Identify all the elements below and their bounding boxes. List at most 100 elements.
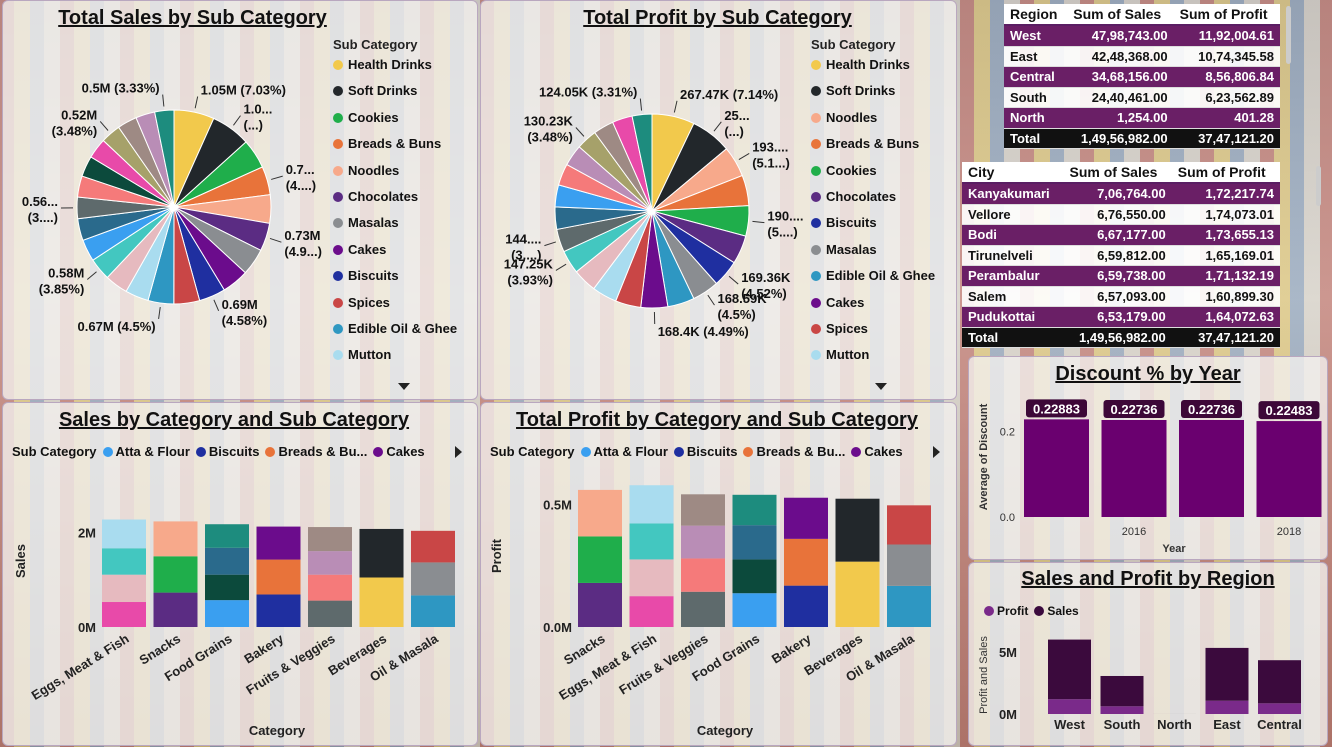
legend-item-noodles[interactable]: Noodles	[333, 163, 457, 189]
bar-segment-fresh-vegetables[interactable]	[308, 600, 352, 627]
table-row[interactable]: West 47,98,743.00 11,92,004.61	[1004, 25, 1280, 47]
profit-bar[interactable]	[1205, 700, 1249, 714]
discount-bar[interactable]	[1256, 421, 1322, 517]
legend-item-spices[interactable]: Spices	[333, 295, 457, 321]
legend-item-biscuits[interactable]: Biscuits	[333, 268, 457, 294]
bar-segment-dals-pulses[interactable]	[629, 559, 674, 597]
legend-item-mutton[interactable]: Mutton	[811, 347, 935, 373]
col-header[interactable]: Sum of Sales	[1063, 162, 1172, 184]
discount-bar[interactable]	[1101, 419, 1167, 517]
legend-item-chocolates[interactable]: Chocolates	[333, 189, 457, 215]
legend-item-breads-buns[interactable]: Breads & Buns	[811, 136, 935, 162]
bar-segment-eggs[interactable]	[629, 596, 674, 627]
bar-segment-organic-vegetables[interactable]	[308, 551, 352, 575]
legend-item-cakes[interactable]: Cakes	[811, 295, 935, 321]
bar-segment-spices[interactable]	[887, 505, 931, 545]
legend-item-health-drinks[interactable]: Health Drinks	[333, 57, 457, 83]
region-stacked-bar-chart[interactable]: 0M 5M Profit and Sales West South North East Ce…	[969, 563, 1329, 747]
discount-bar-chart[interactable]: 0.0 0.2 Average of Discount Year 0.22883 0.22…	[969, 357, 1329, 561]
bar-segment-rice[interactable]	[681, 558, 725, 592]
legend-item-edible-oil-ghee[interactable]: Edible Oil & Ghee	[811, 268, 935, 294]
profit-bar[interactable]	[1258, 703, 1301, 714]
table-row[interactable]: South 24,40,461.00 6,23,562.89	[1004, 87, 1280, 108]
bar-segment-masalas[interactable]	[411, 562, 455, 596]
bar-segment-eggs[interactable]	[102, 602, 146, 627]
legend-item-biscuits[interactable]: Biscuits	[811, 215, 935, 241]
region-table[interactable]: Region Sum of Sales Sum of Profit West 47…	[1004, 4, 1280, 149]
bar-segment-cookies[interactable]	[153, 556, 198, 593]
bar-segment-health-drinks[interactable]	[359, 577, 404, 628]
bar-segment-breads-buns[interactable]	[256, 559, 301, 595]
table-row[interactable]: Kanyakumari 7,06,764.00 1,72,217.74	[962, 183, 1280, 205]
legend-item-cakes[interactable]: Cakes	[333, 242, 457, 268]
legend-item-masalas[interactable]: Masalas	[811, 242, 935, 268]
bar-segment-cakes[interactable]	[784, 497, 828, 539]
sales-bar[interactable]	[1100, 675, 1144, 707]
bar-segment-atta-flour[interactable]	[732, 593, 777, 627]
bar-segment-edible-oil-ghee[interactable]	[411, 595, 455, 627]
sales-bar[interactable]	[1205, 647, 1249, 701]
bar-segment-soft-drinks[interactable]	[359, 528, 404, 578]
bar-segment-chicken[interactable]	[205, 524, 249, 548]
bar-segment-chocolates[interactable]	[578, 582, 622, 627]
bar-segment-other[interactable]	[102, 548, 146, 575]
sales-bar[interactable]	[1258, 660, 1301, 704]
region-table-scrollbar[interactable]	[1286, 6, 1291, 64]
table-row[interactable]: Tirunelveli 6,59,812.00 1,65,169.01	[962, 245, 1280, 266]
col-header[interactable]: City	[962, 162, 1064, 184]
bar-segment-noodles[interactable]	[153, 521, 198, 557]
col-header[interactable]: Sum of Profit	[1173, 4, 1280, 26]
profit-bar[interactable]	[1048, 699, 1091, 714]
col-header[interactable]: Region	[1004, 4, 1068, 26]
legend-item-chocolates[interactable]: Chocolates	[811, 189, 935, 215]
bar-segment-rice[interactable]	[308, 574, 352, 601]
bar-segment-other[interactable]	[629, 523, 674, 560]
legend-item-cookies[interactable]: Cookies	[333, 110, 457, 136]
bar-segment-biscuits[interactable]	[256, 594, 301, 627]
legend-item-health-drinks[interactable]: Health Drinks	[811, 57, 935, 83]
legend-item-mutton[interactable]: Mutton	[333, 347, 457, 373]
table-row[interactable]: Perambalur 6,59,738.00 1,71,132.19	[962, 265, 1280, 287]
table-row[interactable]: Salem 6,57,093.00 1,60,899.30	[962, 286, 1280, 307]
legend-item-soft-drinks[interactable]: Soft Drinks	[333, 83, 457, 109]
bar-segment-organic-staples[interactable]	[732, 559, 777, 594]
bar-segment-spices[interactable]	[411, 530, 455, 563]
bar-segment-organic-fruits[interactable]	[681, 494, 725, 526]
table-row[interactable]: Vellore 6,76,550.00 1,74,073.01	[962, 204, 1280, 225]
bar-segment-biscuits[interactable]	[784, 585, 828, 627]
table-row[interactable]: East 42,48,368.00 10,74,345.58	[1004, 46, 1280, 67]
sales-bar[interactable]	[1048, 639, 1091, 700]
table-row[interactable]: Central 34,68,156.00 8,56,806.84	[1004, 66, 1280, 88]
col-header[interactable]: Sum of Sales	[1067, 4, 1174, 26]
legend-item-edible-oil-ghee[interactable]: Edible Oil & Ghee	[333, 321, 457, 347]
discount-bar[interactable]	[1024, 419, 1089, 517]
profit-stacked-bar-chart[interactable]: 0.0M0.5MProfitCategorySnacksEggs, Meat &…	[481, 403, 958, 747]
city-table[interactable]: City Sum of Sales Sum of Profit Kanyakum…	[962, 162, 1280, 348]
bar-segment-organic-fruits[interactable]	[308, 527, 352, 552]
col-header[interactable]: Sum of Profit	[1171, 162, 1280, 184]
bar-segment-chicken[interactable]	[732, 494, 777, 526]
bar-segment-fish[interactable]	[205, 547, 249, 575]
bar-segment-atta-flour[interactable]	[205, 600, 249, 627]
bar-segment-organic-staples[interactable]	[205, 574, 249, 601]
bar-segment-health-drinks[interactable]	[835, 561, 880, 627]
bar-segment-cakes[interactable]	[256, 526, 301, 560]
table-row[interactable]: Bodi 6,67,177.00 1,73,655.13	[962, 224, 1280, 246]
bar-segment-edible-oil-ghee[interactable]	[887, 585, 931, 627]
bar-segment-dals-pulses[interactable]	[102, 574, 146, 603]
profit-bar[interactable]	[1100, 706, 1144, 714]
table-row[interactable]: North 1,254.00 401.28	[1004, 107, 1280, 129]
sales-stacked-bar-chart[interactable]: 0M2MSalesCategoryEggs, Meat & Fish Snacks…	[3, 403, 479, 747]
city-table-scrollbar[interactable]	[1316, 166, 1321, 206]
legend-scroll-down-icon[interactable]	[875, 383, 887, 390]
bar-segment-mutton[interactable]	[629, 485, 674, 524]
legend-item-cookies[interactable]: Cookies	[811, 163, 935, 189]
bar-segment-fish[interactable]	[732, 525, 777, 560]
bar-segment-soft-drinks[interactable]	[835, 498, 880, 562]
bar-segment-organic-vegetables[interactable]	[681, 525, 725, 559]
legend-item-masalas[interactable]: Masalas	[333, 215, 457, 241]
bar-segment-noodles[interactable]	[578, 489, 622, 537]
legend-item-spices[interactable]: Spices	[811, 321, 935, 347]
bar-segment-breads-buns[interactable]	[784, 538, 828, 586]
bar-segment-cookies[interactable]	[578, 536, 622, 583]
